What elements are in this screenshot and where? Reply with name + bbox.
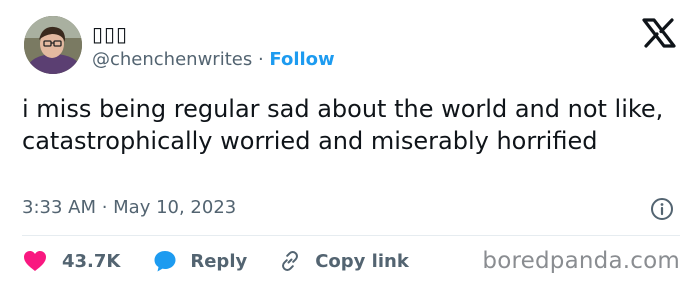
copy-link-label: Copy link — [315, 250, 409, 272]
follow-button[interactable]: Follow — [269, 49, 334, 70]
reply-bubble-icon — [152, 248, 178, 274]
author-display-name[interactable]: ▯▯▯ — [92, 22, 128, 46]
avatar[interactable] — [24, 16, 82, 74]
copy-link-button[interactable]: Copy link — [277, 248, 409, 274]
watermark: boredpanda.com — [482, 248, 680, 274]
heart-icon — [22, 248, 48, 274]
like-count: 43.7K — [62, 250, 121, 272]
info-icon[interactable] — [650, 197, 674, 221]
author-handle[interactable]: @chenchenwrites — [92, 49, 252, 70]
action-bar: 43.7K Reply Copy link — [22, 248, 409, 274]
author-handle-row: @chenchenwrites · Follow — [92, 49, 335, 70]
reply-button[interactable]: Reply — [152, 248, 247, 274]
divider — [22, 235, 680, 236]
x-logo-icon[interactable] — [641, 18, 677, 48]
tweet-timestamp[interactable]: 3:33 AM · May 10, 2023 — [22, 197, 236, 218]
like-button[interactable]: 43.7K — [22, 248, 120, 274]
link-icon — [277, 248, 303, 274]
reply-label: Reply — [190, 250, 248, 272]
tweet-text: i miss being regular sad about the world… — [22, 95, 664, 155]
handle-separator: · — [252, 49, 270, 70]
